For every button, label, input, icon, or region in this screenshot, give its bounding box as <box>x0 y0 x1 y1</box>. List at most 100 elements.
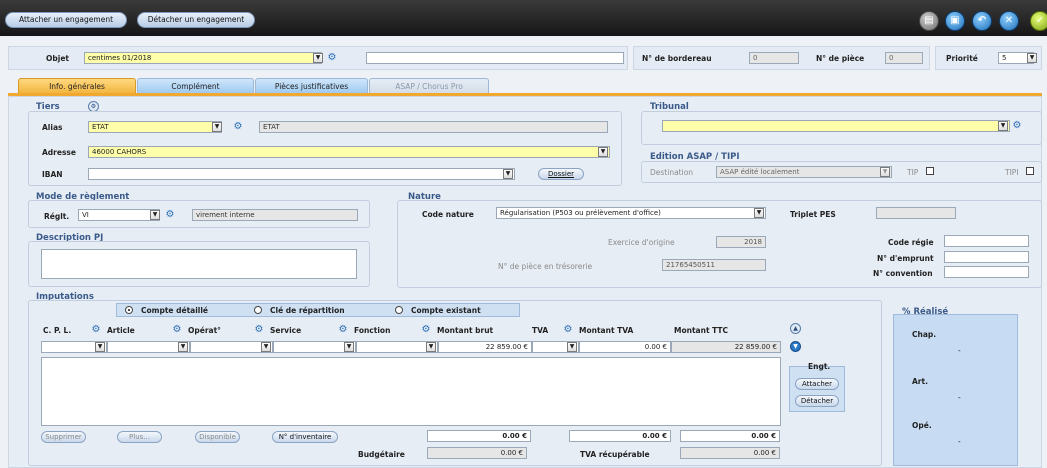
objet-panel: Objet centimes 01/2018 ▼ ⚙ <box>8 46 628 70</box>
tipi-label: TIPI <box>1005 168 1019 177</box>
tva-recuperable-label: TVA récupérable <box>580 450 650 459</box>
dossier-button[interactable]: Dossier <box>538 168 584 180</box>
triplet-label: Triplet PES <box>790 210 836 219</box>
objet-dropdown-icon[interactable]: ▼ <box>313 53 323 63</box>
code-nature-dropdown-icon[interactable]: ▼ <box>754 208 764 218</box>
tribunal-gear-icon[interactable]: ⚙ <box>1012 121 1022 131</box>
print-icon[interactable]: ▤ <box>919 11 939 31</box>
operat-gear-icon[interactable]: ⚙ <box>172 325 182 335</box>
compte-detaille-label: Compte détaillé <box>141 306 209 315</box>
exercice-label: Exercice d'origine <box>608 238 675 247</box>
montant-tva-input[interactable]: 0.00 € <box>579 341 671 353</box>
piece-tresorerie-label: N° de pièce en trésorerie <box>498 262 593 271</box>
cle-repartition-radio[interactable] <box>254 306 262 314</box>
validate-icon[interactable]: ✓ <box>1030 11 1047 31</box>
engt-attacher-button[interactable]: Attacher <box>795 378 839 390</box>
tip-label: TIP <box>907 168 919 177</box>
alias-gear-icon[interactable]: ⚙ <box>233 122 243 132</box>
tab-pieces-justificatives[interactable]: Pièces justificatives <box>255 78 368 93</box>
reglt-code-input[interactable]: VI <box>78 209 160 221</box>
objet-detail-input[interactable] <box>366 52 624 64</box>
fonction-dropdown-icon[interactable]: ▼ <box>426 342 436 352</box>
engt-detacher-button[interactable]: Détacher <box>795 395 839 407</box>
adresse-input[interactable]: 46000 CAHORS <box>88 146 610 158</box>
scroll-up-icon[interactable]: ▲ <box>790 323 801 334</box>
alias-name-field: ETAT <box>259 121 608 133</box>
attach-engagement-button[interactable]: Attacher un engagement <box>5 12 127 28</box>
priorite-dropdown-icon[interactable]: ▼ <box>1027 53 1037 63</box>
scroll-down-icon[interactable]: ▼ <box>790 341 801 352</box>
col-operat: Opérat° <box>188 326 221 335</box>
article-gear-icon[interactable]: ⚙ <box>91 325 101 335</box>
emprunt-input[interactable] <box>944 251 1029 263</box>
tva-dropdown-icon[interactable]: ▼ <box>567 342 577 352</box>
budgetaire-field: 0.00 € <box>427 447 527 459</box>
close-icon[interactable]: ✕ <box>999 11 1019 31</box>
objet-label: Objet <box>46 54 69 63</box>
cpl-dropdown-icon[interactable]: ▼ <box>95 342 105 352</box>
supprimer-button[interactable]: Supprimer <box>41 431 86 443</box>
plus-button[interactable]: Plus... <box>117 431 162 443</box>
disponible-button[interactable]: Disponible <box>195 431 240 443</box>
tip-checkbox[interactable] <box>926 167 934 175</box>
compte-existant-radio[interactable] <box>395 306 403 314</box>
save-icon[interactable]: ▣ <box>945 11 965 31</box>
triplet-input <box>876 207 956 219</box>
tribunal-input[interactable] <box>662 120 1010 132</box>
col-montant-brut: Montant brut <box>437 326 494 335</box>
engt-title: Engt. <box>808 362 831 371</box>
fonction-gear-icon[interactable]: ⚙ <box>338 325 348 335</box>
bordereau-input[interactable]: 0 <box>749 52 799 64</box>
alias-dropdown-icon[interactable]: ▼ <box>212 122 222 132</box>
destination-dropdown-icon[interactable]: ▼ <box>880 167 890 177</box>
tab-info-generales[interactable]: Info. générales <box>18 78 136 93</box>
compte-detaille-radio[interactable] <box>125 306 133 314</box>
iban-dropdown-icon[interactable]: ▼ <box>503 169 513 179</box>
montant-tva-gear-icon[interactable]: ⚙ <box>563 325 573 335</box>
code-nature-input[interactable]: Régularisation (P503 ou prélèvement d'of… <box>496 207 766 219</box>
piece-tresorerie-input: 21765450511 <box>662 259 766 271</box>
imputation-list[interactable] <box>41 357 781 426</box>
montant-brut-gear-icon[interactable]: ⚙ <box>421 325 431 335</box>
iban-input[interactable] <box>88 168 515 180</box>
exercice-input: 2018 <box>716 236 766 248</box>
code-nature-label: Code nature <box>422 210 474 219</box>
cle-repartition-label: Clé de répartition <box>270 306 345 315</box>
tab-asap-chorus[interactable]: ASAP / Chorus Pro <box>369 78 489 93</box>
reglt-dropdown-icon[interactable]: ▼ <box>150 210 160 220</box>
objet-input[interactable]: centimes 01/2018 <box>84 52 322 64</box>
article-dropdown-icon[interactable]: ▼ <box>178 342 188 352</box>
undo-icon[interactable]: ↶ <box>972 11 992 31</box>
destination-input[interactable]: ASAP édité localement <box>716 166 892 178</box>
montant-ttc-field: 22 859.00 € <box>671 341 781 353</box>
tab-complement[interactable]: Complément <box>137 78 254 93</box>
reglt-gear-icon[interactable]: ⚙ <box>165 210 175 220</box>
compte-existant-label: Compte existant <box>411 306 481 315</box>
destination-label: Destination <box>650 168 694 177</box>
service-dropdown-icon[interactable]: ▼ <box>344 342 354 352</box>
col-fonction: Fonction <box>354 326 391 335</box>
adresse-dropdown-icon[interactable]: ▼ <box>598 147 608 157</box>
detach-engagement-button[interactable]: Détacher un engagement <box>137 12 255 28</box>
chap-value: - <box>958 346 961 355</box>
code-regie-input[interactable] <box>944 235 1029 247</box>
top-toolbar: Attacher un engagement Détacher un engag… <box>0 0 1047 36</box>
iban-label: IBAN <box>42 170 63 179</box>
alias-label: Alias <box>42 123 63 132</box>
montant-brut-input[interactable]: 22 859.00 € <box>438 341 532 353</box>
description-textarea[interactable] <box>41 249 357 279</box>
tribunal-dropdown-icon[interactable]: ▼ <box>998 121 1008 131</box>
total-tva-field: 0.00 € <box>569 430 671 442</box>
objet-gear-icon[interactable]: ⚙ <box>327 53 337 63</box>
col-montant-tva: Montant TVA <box>579 326 634 335</box>
piece-input[interactable]: 0 <box>885 52 923 64</box>
inventaire-button[interactable]: N° d'inventaire <box>272 431 338 443</box>
tipi-checkbox[interactable] <box>1026 167 1034 175</box>
convention-input[interactable] <box>944 266 1029 278</box>
alias-input[interactable]: ETAT <box>88 121 222 133</box>
operat-dropdown-icon[interactable]: ▼ <box>261 342 271 352</box>
code-regie-label: Code régie <box>888 238 934 247</box>
emprunt-label: N° d'emprunt <box>877 254 934 263</box>
service-gear-icon[interactable]: ⚙ <box>254 325 264 335</box>
convention-label: N° convention <box>873 269 933 278</box>
